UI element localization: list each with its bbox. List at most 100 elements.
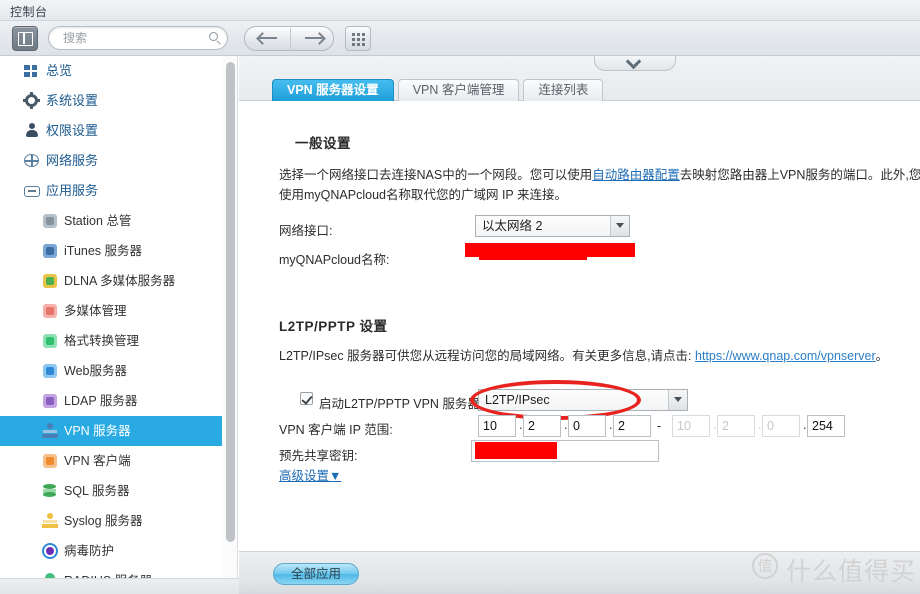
ip-end-octet-3[interactable]: 0 — [762, 415, 800, 437]
sidebar-scrollbar[interactable] — [222, 56, 238, 594]
l2tp-settings-title: L2TP/PPTP 设置 — [279, 319, 388, 334]
chevron-down-icon — [625, 56, 642, 70]
watermark-logo-icon: 值 — [752, 553, 778, 579]
vpn-client-icon — [42, 453, 58, 469]
sidebar-item-1[interactable]: 系统设置 — [0, 86, 222, 116]
sidebar-item-7[interactable]: DLNA 多媒体服务器 — [0, 266, 222, 296]
sidebar-item-5[interactable]: Station 总管 — [0, 206, 222, 236]
sidebar-item-15[interactable]: Syslog 服务器 — [0, 506, 222, 536]
chevron-down-icon — [668, 390, 687, 410]
arrow-left-icon — [259, 37, 277, 39]
station-icon — [42, 213, 58, 229]
apply-all-button[interactable]: 全部应用 — [273, 563, 359, 585]
ip-end-octet-2[interactable]: 2 — [717, 415, 755, 437]
search-box[interactable] — [48, 26, 228, 50]
sidebar[interactable]: 总览系统设置权限设置网络服务应用服务 Station 总管 iTunes 服务器 DL… — [0, 56, 222, 594]
search-input[interactable] — [63, 27, 203, 49]
sidebar-item-label: 总览 — [46, 63, 73, 78]
sidebar-item-label: SQL 服务器 — [64, 484, 130, 498]
l2tp-desc-text: L2TP/IPsec 服务器可供您从远程访问您的局域网络。有关更多信息,请点击: — [279, 349, 692, 363]
collapse-toggle[interactable] — [594, 56, 676, 71]
sidebar-item-4[interactable]: 应用服务 — [0, 176, 222, 206]
panel-icon — [18, 32, 33, 46]
l2tp-desc-tail: 。 — [875, 349, 889, 363]
ip-dot: . — [564, 418, 568, 432]
panel-toggle-button[interactable] — [12, 26, 38, 51]
caret-down-icon[interactable]: ▼ — [329, 469, 341, 483]
ip-dot: . — [609, 418, 613, 432]
vpn-server-icon — [42, 423, 58, 439]
auto-router-config-link[interactable]: 自动路由器配置 — [592, 168, 680, 182]
ldap-icon — [42, 393, 58, 409]
sidebar-item-9[interactable]: 格式转换管理 — [0, 326, 222, 356]
dlna-icon — [42, 273, 58, 289]
sidebar-item-label: VPN 服务器 — [64, 424, 131, 438]
sidebar-item-13[interactable]: VPN 客户端 — [0, 446, 222, 476]
sidebar-item-label: 病毒防护 — [64, 544, 115, 558]
ip-start-octet-4[interactable]: 2 — [613, 415, 651, 437]
tabs[interactable]: VPN 服务器设置 VPN 客户端管理 连接列表 — [272, 79, 607, 101]
sidebar-item-label: 网络服务 — [46, 153, 99, 168]
forward-button[interactable] — [291, 27, 336, 50]
sidebar-item-0[interactable]: 总览 — [0, 56, 222, 86]
sidebar-footer-strip — [0, 578, 239, 594]
sidebar-item-11[interactable]: LDAP 服务器 — [0, 386, 222, 416]
vpn-protocol-value: L2TP/IPsec — [485, 393, 550, 407]
sidebar-item-3[interactable]: 网络服务 — [0, 146, 222, 176]
ip-end-octet-4[interactable]: 254 — [807, 415, 845, 437]
enable-l2tp-label: 启动L2TP/PPTP VPN 服务器 — [319, 397, 480, 411]
myqnapcloud-value-redacted-2 — [479, 253, 587, 260]
desc-text-1: 选择一个网络接口去连接NAS中的一个网段。您可以使用 — [279, 168, 593, 182]
network-interface-select[interactable]: 以太网络 2 — [475, 215, 630, 237]
vpnserver-doc-link[interactable]: https://www.qnap.com/vpnserver — [695, 349, 876, 363]
sidebar-item-8[interactable]: 多媒体管理 — [0, 296, 222, 326]
vpn-protocol-select[interactable]: L2TP/IPsec — [478, 389, 688, 411]
sidebar-item-label: 应用服务 — [46, 183, 99, 198]
ip-dot: . — [803, 418, 807, 432]
back-button[interactable] — [245, 27, 290, 50]
general-description-line1: 选择一个网络接口去连接NAS中的一个网段。您可以使用自动路由器配置去映射您路由器… — [279, 165, 920, 185]
desc-text-2: 去映射您路由器上VPN服务的端口。此外,您 — [679, 168, 920, 182]
chevron-down-icon — [610, 216, 629, 236]
ip-dot: . — [519, 418, 523, 432]
tab-0[interactable]: VPN 服务器设置 — [272, 79, 394, 101]
sidebar-item-label: Station 总管 — [64, 214, 132, 228]
sidebar-item-16[interactable]: 病毒防护 — [0, 536, 222, 566]
sidebar-item-12[interactable]: VPN 服务器 — [0, 416, 222, 446]
sidebar-item-label: Syslog 服务器 — [64, 514, 143, 528]
ip-end-octet-1[interactable]: 10 — [672, 415, 710, 437]
general-description-line2: 使用myQNAPcloud名称取代您的广域网 IP 来连接。 — [279, 188, 568, 202]
sidebar-scroll-thumb[interactable] — [226, 62, 235, 542]
advanced-settings-label[interactable]: 高级设置 — [279, 469, 329, 483]
sidebar-item-6[interactable]: iTunes 服务器 — [0, 236, 222, 266]
sql-icon — [42, 483, 58, 499]
media-icon — [42, 303, 58, 319]
sidebar-item-label: iTunes 服务器 — [64, 244, 143, 258]
advanced-settings-toggle[interactable]: 高级设置▼ — [279, 466, 341, 486]
enable-l2tp-checkbox[interactable] — [300, 392, 313, 405]
sidebar-item-2[interactable]: 权限设置 — [0, 116, 222, 146]
sidebar-item-14[interactable]: SQL 服务器 — [0, 476, 222, 506]
tab-bar: VPN 服务器设置 VPN 客户端管理 连接列表 — [239, 56, 920, 101]
sidebar-item-label: DLNA 多媒体服务器 — [64, 274, 176, 288]
sidebar-item-label: Web服务器 — [64, 364, 127, 378]
sidebar-item-label: 权限设置 — [46, 123, 99, 138]
preshared-key-redacted — [475, 442, 557, 459]
web-icon — [42, 363, 58, 379]
tab-1[interactable]: VPN 客户端管理 — [397, 79, 520, 101]
arrow-right-icon — [305, 37, 323, 39]
itunes-icon — [42, 243, 58, 259]
window-title: 控制台 — [10, 5, 48, 19]
sidebar-item-label: 格式转换管理 — [64, 334, 140, 348]
ip-start-octet-1[interactable]: 10 — [478, 415, 516, 437]
toolbar — [0, 21, 920, 56]
watermark-text: 什么值得买 — [786, 558, 917, 586]
tab-2[interactable]: 连接列表 — [523, 79, 604, 101]
ip-start-octet-2[interactable]: 2 — [523, 415, 561, 437]
preshared-key-label: 预先共享密钥: — [279, 449, 358, 463]
sidebar-item-label: 多媒体管理 — [64, 304, 127, 318]
sidebar-item-10[interactable]: Web服务器 — [0, 356, 222, 386]
ip-start-octet-3[interactable]: 0 — [568, 415, 606, 437]
sidebar-item-label: LDAP 服务器 — [64, 394, 138, 408]
apps-grid-button[interactable] — [345, 26, 371, 51]
